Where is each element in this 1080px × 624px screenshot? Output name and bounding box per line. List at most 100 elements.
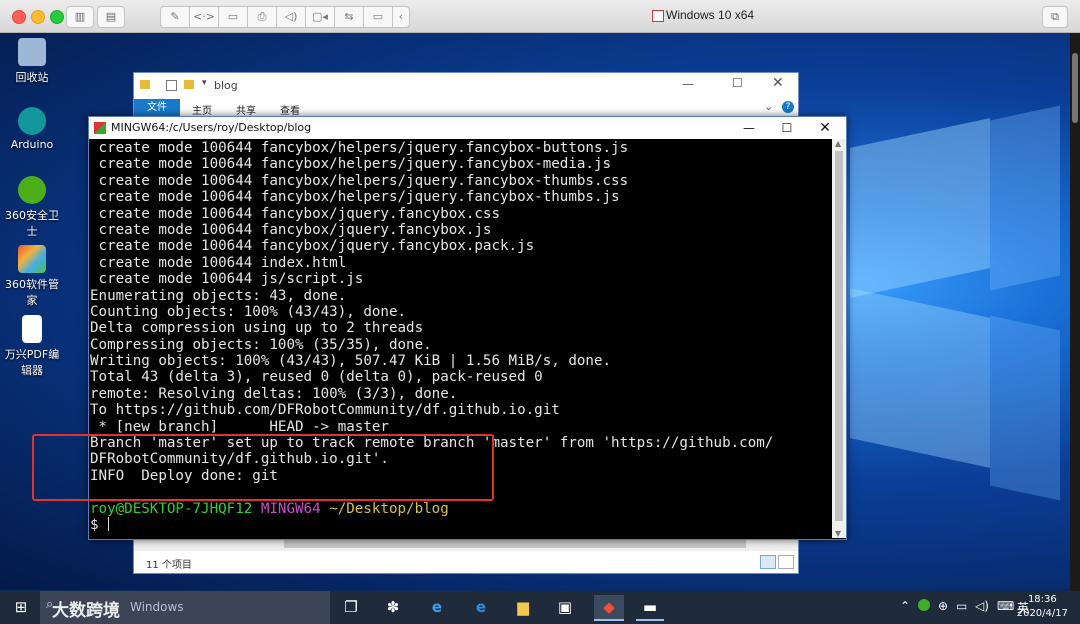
vm-window-title: Windows 10 x64 bbox=[666, 8, 755, 22]
tab-view[interactable]: 查看 bbox=[280, 102, 300, 117]
tab-file[interactable]: 文件 bbox=[134, 99, 180, 117]
mingw-icon bbox=[94, 122, 106, 134]
terminal-line: Counting objects: 100% (43/43), done. bbox=[90, 303, 407, 320]
drive-icon[interactable]: ▭ bbox=[218, 6, 248, 28]
terminal-scrollbar[interactable]: ▲ ▼ bbox=[832, 139, 846, 538]
close-icon[interactable]: ✕ bbox=[772, 75, 784, 91]
360-tray-icon[interactable] bbox=[918, 599, 930, 611]
maximize-icon[interactable]: ☐ bbox=[732, 76, 743, 90]
arduino-icon bbox=[18, 107, 46, 135]
explorer-titlebar: ▾ blog — ☐ ✕ bbox=[134, 73, 798, 99]
terminal-line: create mode 100644 fancybox/helpers/jque… bbox=[90, 140, 629, 156]
code-icon[interactable]: <·> bbox=[189, 6, 219, 28]
wrench-icon[interactable]: ✎ bbox=[160, 6, 190, 28]
vm-scrollbar[interactable] bbox=[1070, 33, 1080, 591]
360-security-icon bbox=[18, 176, 46, 204]
terminal-line: create mode 100644 fancybox/helpers/jque… bbox=[90, 189, 620, 206]
prompt-path: ~/Desktop/blog bbox=[329, 500, 449, 517]
chevron-up-icon[interactable]: ⌃ bbox=[900, 599, 910, 613]
details-view-icon[interactable] bbox=[760, 555, 776, 569]
close-icon[interactable]: ✕ bbox=[805, 117, 845, 139]
terminal-line: To https://github.com/DFRobotCommunity/d… bbox=[90, 402, 560, 419]
terminal-line: create mode 100644 fancybox/jquery.fancy… bbox=[90, 221, 492, 238]
network-icon[interactable]: ▭ bbox=[956, 599, 967, 613]
terminal-line: Delta compression using up to 2 threads bbox=[90, 320, 424, 337]
terminal-line: * [new branch] HEAD -> master bbox=[90, 418, 389, 435]
terminal-cursor bbox=[107, 516, 109, 531]
chevron-down-icon[interactable]: ▾ bbox=[202, 78, 207, 88]
scroll-up-icon[interactable]: ▲ bbox=[835, 139, 841, 148]
folder-icon[interactable] bbox=[184, 80, 194, 89]
scroll-down-icon[interactable]: ▼ bbox=[835, 529, 841, 538]
large-icons-view-icon[interactable] bbox=[778, 555, 794, 569]
terminal-line: remote: Resolving deltas: 100% (3/3), do… bbox=[90, 385, 458, 402]
volume-icon[interactable]: ◁) bbox=[975, 599, 989, 613]
audio-icon[interactable]: ◁) bbox=[276, 6, 306, 28]
task-view-icon[interactable]: ❐ bbox=[338, 595, 364, 619]
terminal-line: create mode 100644 fancybox/helpers/jque… bbox=[90, 172, 629, 189]
store-icon[interactable]: ▣ bbox=[552, 595, 578, 619]
start-windows-icon[interactable]: ⊞ bbox=[8, 595, 34, 619]
close-window-button[interactable] bbox=[12, 10, 26, 24]
desktop-icon-360-software[interactable]: 360软件管家 bbox=[0, 245, 64, 308]
git-icon[interactable]: ◆ bbox=[594, 595, 624, 621]
terminal-titlebar: MINGW64:/c/Users/roy/Desktop/blog — ☐ ✕ bbox=[89, 117, 846, 139]
desktop-icon-label: Arduino bbox=[10, 138, 54, 151]
taskbar: ⊞ ⌕ 大数跨境 Windows ❐ ✽ e e ▆ ▣ ◆ ▬ ⌃ ⊕ ▭ ◁… bbox=[0, 591, 1080, 624]
desktop-icon-label: 360安全卫士 bbox=[5, 209, 59, 238]
desktop-icon-label: 回收站 bbox=[15, 71, 49, 84]
search-placeholder: Windows bbox=[130, 600, 184, 614]
360-software-icon bbox=[18, 245, 46, 273]
printer-icon[interactable]: ⎙ bbox=[247, 6, 277, 28]
minimize-window-button[interactable] bbox=[31, 10, 45, 24]
desktop-icon-recycle-bin[interactable]: 回收站 bbox=[0, 38, 64, 85]
file-explorer-icon[interactable]: ▆ bbox=[510, 595, 536, 619]
help-icon[interactable]: ? bbox=[782, 101, 794, 113]
ime-icon[interactable]: ⌨ bbox=[997, 599, 1014, 613]
prompt-env: MINGW64 bbox=[260, 500, 321, 517]
terminal-input-line[interactable]: $ bbox=[89, 516, 831, 533]
terminal-line: create mode 100644 index.html bbox=[90, 254, 347, 271]
checkbox-icon[interactable] bbox=[166, 80, 177, 91]
clock[interactable]: 18:36 2020/4/17 bbox=[1017, 593, 1068, 621]
chevron-left-icon[interactable]: ‹ bbox=[392, 6, 410, 28]
prompt-user: roy@DESKTOP-7JHQF12 bbox=[90, 500, 253, 517]
fullscreen-icon[interactable]: ⧉ bbox=[1042, 6, 1068, 28]
terminal-title: MINGW64:/c/Users/roy/Desktop/blog bbox=[111, 121, 312, 134]
desktop-icon-label: 360软件管家 bbox=[5, 278, 59, 307]
minimize-icon[interactable]: — bbox=[729, 117, 769, 139]
sidebar-icon[interactable]: ▥ bbox=[66, 6, 94, 28]
snapshot-icon[interactable]: ▤ bbox=[97, 6, 125, 28]
terminal-line: Total 43 (delta 3), reused 0 (delta 0), … bbox=[90, 369, 543, 386]
tab-home[interactable]: 主页 bbox=[192, 102, 212, 117]
usb-icon[interactable]: ⇆ bbox=[334, 6, 364, 28]
maximize-icon[interactable]: ☐ bbox=[767, 117, 807, 139]
terminal-line: Enumerating objects: 43, done. bbox=[90, 287, 347, 304]
desktop-icon-arduino[interactable]: Arduino bbox=[0, 107, 64, 151]
pdf-editor-icon bbox=[22, 315, 42, 343]
watermark-text: 大数跨境 bbox=[52, 601, 120, 621]
prompt-symbol: $ bbox=[90, 516, 99, 533]
tray-app-icon[interactable]: ⊕ bbox=[938, 599, 948, 613]
terminal-icon[interactable]: ▬ bbox=[636, 595, 664, 621]
terminal-line: Writing objects: 100% (43/43), 507.47 Ki… bbox=[90, 353, 612, 370]
tab-share[interactable]: 共享 bbox=[236, 102, 256, 117]
desktop-icon-pdf-editor[interactable]: 万兴PDF编辑器 bbox=[0, 315, 64, 378]
folder-icon bbox=[140, 80, 150, 89]
zoom-window-button[interactable] bbox=[50, 10, 64, 24]
clock-time: 18:36 bbox=[1027, 594, 1057, 605]
minimize-icon[interactable]: — bbox=[682, 77, 694, 91]
explorer-title: blog bbox=[214, 79, 238, 92]
desktop-icon-360-security[interactable]: 360安全卫士 bbox=[0, 176, 64, 239]
shared-folder-icon[interactable]: ▭ bbox=[363, 6, 393, 28]
edge-icon[interactable]: e bbox=[468, 595, 494, 619]
pinwheel-icon[interactable]: ✽ bbox=[380, 595, 406, 619]
ie-icon[interactable]: e bbox=[424, 595, 450, 619]
camera-icon[interactable]: ▢◂ bbox=[305, 6, 335, 28]
chevron-down-icon[interactable]: ⌄ bbox=[764, 100, 773, 113]
explorer-ribbon: 文件 主页 共享 查看 ⌄ ? bbox=[134, 99, 798, 117]
taskbar-search[interactable]: ⌕ 大数跨境 Windows bbox=[40, 591, 330, 624]
desktop-icon-label: 万兴PDF编辑器 bbox=[4, 348, 60, 377]
terminal-prompt: roy@DESKTOP-7JHQF12 MINGW64 ~/Desktop/bl… bbox=[89, 501, 831, 517]
terminal-line: create mode 100644 fancybox/jquery.fancy… bbox=[90, 238, 535, 255]
